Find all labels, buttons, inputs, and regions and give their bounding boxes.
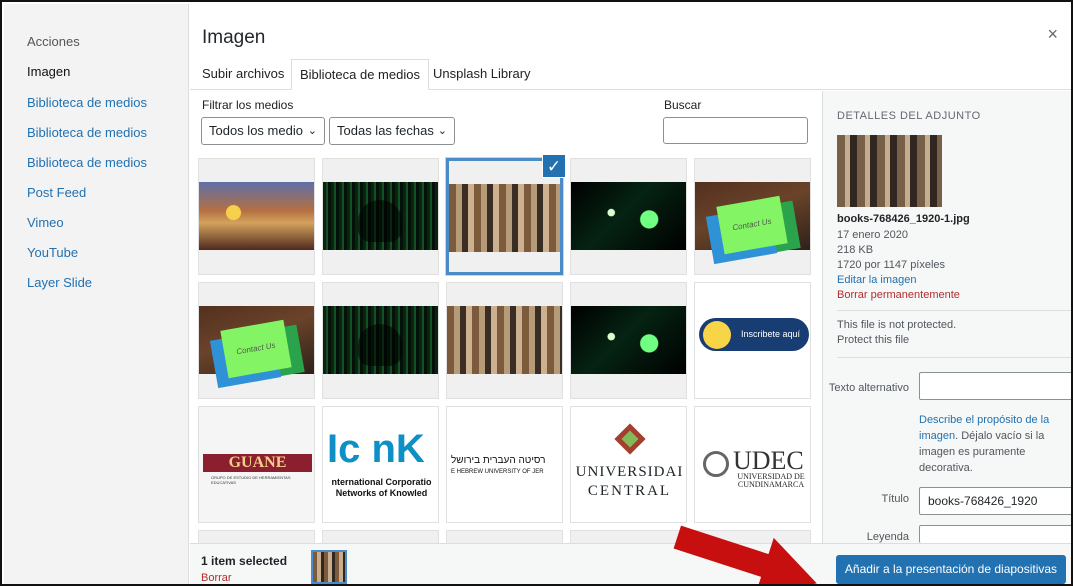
- matrix-hand-image: [323, 306, 438, 374]
- contact-note: Contact Us: [220, 319, 292, 379]
- protection-status: This file is not protected.: [837, 319, 957, 331]
- hand-shape: [358, 324, 402, 366]
- media-contact-notes[interactable]: Contact Us: [694, 158, 811, 275]
- add-to-slideshow-button[interactable]: Añadir a la presentación de diapositivas: [836, 555, 1066, 584]
- selected-check-icon[interactable]: ✓: [542, 154, 566, 178]
- document-icon: [703, 321, 731, 349]
- media-inscribete[interactable]: Inscribete aquí: [694, 282, 811, 399]
- audience-image: [199, 182, 314, 250]
- media-universidad-central[interactable]: UNIVERSIDAI CENTRAL: [570, 406, 687, 523]
- media-sidebar: Acciones Imagen Biblioteca de medios Bib…: [4, 4, 189, 584]
- hebrew-subtitle: E HEBREW UNIVERSITY OF JER: [451, 469, 544, 475]
- protect-file-link[interactable]: Protect this file: [837, 334, 909, 346]
- sidebar-item-youtube[interactable]: YouTube: [27, 245, 78, 260]
- alt-text-help: Describe el propósito de la imagen. Déja…: [919, 412, 1067, 476]
- central-logo-text: UNIVERSIDAI: [575, 464, 684, 480]
- attachment-dimensions: 1720 por 1147 píxeles: [837, 259, 946, 271]
- media-hebrew-university[interactable]: רסיטה העברית בירושל E HEBREW UNIVERSITY O…: [446, 406, 563, 523]
- central-logo-icon: [614, 423, 646, 455]
- sidebar-item-layer-slide[interactable]: Layer Slide: [27, 275, 92, 290]
- iconk-subtitle: nternational Corporatio Networks of Know…: [331, 477, 432, 498]
- media-books-2[interactable]: [446, 282, 563, 399]
- attachment-filename: books-768426_1920-1.jpg: [837, 213, 970, 225]
- books-image: [447, 306, 562, 374]
- media-audience[interactable]: [198, 158, 315, 275]
- media-tabs: Subir archivos Biblioteca de medios Unsp…: [190, 55, 1071, 90]
- search-label: Buscar: [664, 98, 702, 112]
- udec-seal-icon: [703, 451, 729, 477]
- media-iconk[interactable]: Ic nK nternational Corporatio Networks of…: [322, 406, 439, 523]
- media-type-value: Todos los medio: [209, 123, 303, 138]
- media-modal: Acciones Imagen Biblioteca de medios Bib…: [0, 0, 1073, 586]
- guane-logo-text: GUANE: [203, 454, 312, 472]
- contact-note: Contact Us: [716, 195, 788, 255]
- network-image: [571, 182, 686, 250]
- tab-biblioteca-de-medios[interactable]: Biblioteca de medios: [291, 59, 429, 90]
- sidebar-item-post-feed[interactable]: Post Feed: [27, 185, 86, 200]
- hebrew-logo-text: רסיטה העברית בירושל: [451, 455, 546, 466]
- details-divider: [837, 310, 1071, 311]
- selection-count: 1 item selected: [201, 554, 288, 568]
- sidebar-item-biblioteca-2[interactable]: Biblioteca de medios: [27, 125, 147, 140]
- sidebar-item-imagen[interactable]: Imagen: [27, 64, 70, 79]
- network-image: [571, 306, 686, 374]
- media-matrix-hand[interactable]: [322, 158, 439, 275]
- caption-input[interactable]: [919, 525, 1071, 543]
- title-input[interactable]: books-768426_1920: [919, 487, 1071, 515]
- iconk-logo-text: Ic nK: [327, 427, 425, 471]
- chevron-down-icon: ⌄: [437, 125, 447, 137]
- udec-subtitle: UNIVERSIDAD DE CUNDINAMARCA: [737, 472, 805, 489]
- media-network-2[interactable]: [570, 282, 687, 399]
- tab-unsplash-library[interactable]: Unsplash Library: [425, 59, 539, 90]
- attachment-size: 218 KB: [837, 244, 874, 256]
- media-udec[interactable]: UDEC UNIVERSIDAD DE CUNDINAMARCA: [694, 406, 811, 523]
- sidebar-item-vimeo[interactable]: Vimeo: [27, 215, 64, 230]
- attachment-date: 17 enero 2020: [837, 229, 908, 241]
- alt-text-label: Texto alternativo: [828, 382, 909, 394]
- media-footer: 1 item selected Borrar Añadir a la prese…: [190, 543, 1071, 584]
- chevron-down-icon: ⌄: [307, 125, 317, 137]
- arrow-shaft: [673, 525, 777, 580]
- attachment-details-panel: DETALLES DEL ADJUNTO books-768426_1920-1…: [822, 91, 1071, 543]
- sidebar-item-biblioteca-1[interactable]: Biblioteca de medios: [27, 95, 147, 110]
- tab-subir-archivos[interactable]: Subir archivos: [194, 59, 292, 90]
- attachment-details-heading: DETALLES DEL ADJUNTO: [837, 110, 981, 122]
- details-divider: [837, 357, 1071, 358]
- modal-title: Imagen: [202, 27, 266, 48]
- books-image: [449, 184, 560, 252]
- media-type-select[interactable]: Todos los medio ⌄: [201, 117, 325, 145]
- media-network[interactable]: [570, 158, 687, 275]
- central-logo-subtitle: CENTRAL: [587, 483, 672, 499]
- sidebar-item-biblioteca-3[interactable]: Biblioteca de medios: [27, 155, 147, 170]
- selected-media-thumbnail[interactable]: [311, 550, 347, 584]
- media-contact-notes-2[interactable]: Contact Us: [198, 282, 315, 399]
- hand-shape: [358, 200, 402, 242]
- media-matrix-hand-2[interactable]: [322, 282, 439, 399]
- clear-selection-link[interactable]: Borrar: [201, 572, 232, 584]
- title-label: Título: [881, 493, 909, 505]
- sidebar-actions-label: Acciones: [27, 34, 80, 49]
- date-value: Todas las fechas: [337, 123, 434, 138]
- attachment-thumbnail: [837, 135, 942, 207]
- close-icon[interactable]: ×: [1047, 24, 1058, 45]
- contact-notes-image: Contact Us: [695, 182, 810, 255]
- date-select[interactable]: Todas las fechas ⌄: [329, 117, 455, 145]
- matrix-hand-image: [323, 182, 438, 250]
- media-guane[interactable]: GUANE GRUPO DE ESTUDIO DE HERRAMIENTAS ED…: [198, 406, 315, 523]
- delete-permanently-link[interactable]: Borrar permanentemente: [837, 289, 960, 301]
- alt-text-input[interactable]: [919, 372, 1071, 400]
- filter-label: Filtrar los medios: [202, 98, 294, 112]
- edit-image-link[interactable]: Editar la imagen: [837, 274, 917, 286]
- contact-notes-image: Contact Us: [199, 306, 314, 379]
- search-input[interactable]: [663, 117, 808, 144]
- guane-subtitle: GRUPO DE ESTUDIO DE HERRAMIENTAS EDUCATI…: [211, 475, 291, 485]
